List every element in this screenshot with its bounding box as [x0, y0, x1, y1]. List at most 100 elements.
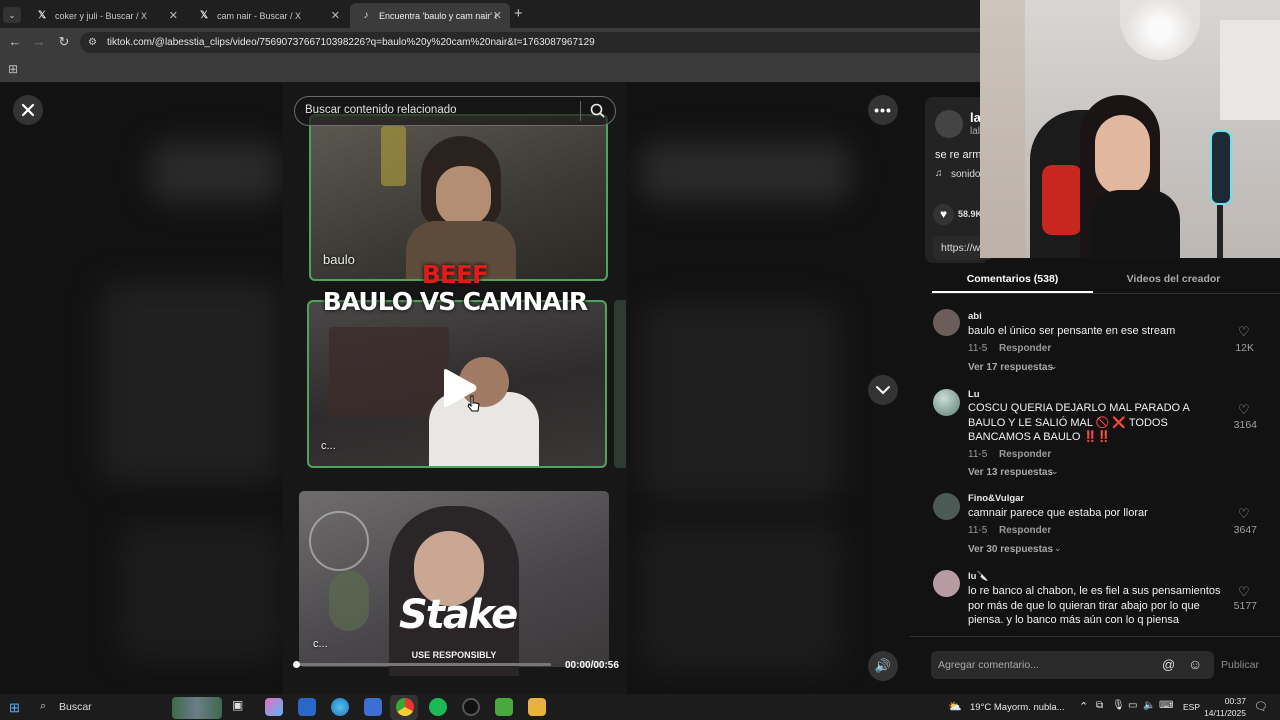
- tab-tiktok-search[interactable]: ♪ Encuentra 'baulo y cam nair' en ✕: [350, 3, 510, 28]
- video-title-beef: BEEF: [421, 260, 489, 289]
- sound-label[interactable]: sonido: [951, 169, 980, 180]
- clock-time[interactable]: 00:37: [1206, 696, 1246, 706]
- comment-username[interactable]: abi: [968, 311, 982, 322]
- sponsor-tagline: USE RESPONSIBLY: [411, 650, 497, 660]
- view-replies-link[interactable]: Ver 30 respuestas: [968, 544, 1053, 555]
- clock-date[interactable]: 14/11/2025: [1200, 708, 1246, 718]
- search-icon[interactable]: [590, 103, 605, 118]
- heart-outline-icon[interactable]: ♡: [1238, 324, 1250, 340]
- comment-placeholder: Agregar comentario...: [938, 659, 1039, 671]
- chevron-down-icon: ⌄: [1051, 466, 1059, 476]
- tab-cam-nair[interactable]: 𝕏 cam nair - Buscar / X ✕: [188, 3, 348, 28]
- close-video-button[interactable]: [13, 95, 43, 125]
- new-tab-button[interactable]: +: [514, 5, 523, 22]
- progress-handle[interactable]: [293, 661, 300, 668]
- minecraft-icon[interactable]: [495, 698, 513, 716]
- comment-like-count: 5177: [1233, 600, 1257, 612]
- chrome-icon[interactable]: [396, 698, 414, 716]
- back-icon[interactable]: ←: [5, 34, 25, 49]
- keyboard-icon[interactable]: ⌨: [1159, 700, 1173, 711]
- store-icon[interactable]: [364, 698, 382, 716]
- reload-icon[interactable]: ↻: [54, 34, 74, 50]
- tab-coker-y-juli[interactable]: 𝕏 coker y juli - Buscar / X ✕: [26, 3, 186, 28]
- next-video-button[interactable]: [868, 375, 898, 405]
- forward-icon[interactable]: →: [29, 34, 49, 49]
- view-replies-link[interactable]: Ver 13 respuestas: [968, 467, 1053, 478]
- network-icon[interactable]: ▭: [1128, 700, 1137, 711]
- tab-creator-videos[interactable]: Videos del creador: [1093, 273, 1254, 285]
- avatar[interactable]: [933, 493, 960, 520]
- search-highlight-image[interactable]: [172, 697, 222, 719]
- share-link-text: https://w: [941, 242, 981, 254]
- avatar[interactable]: [933, 309, 960, 336]
- volume-button[interactable]: 🔊: [868, 651, 898, 681]
- comment-date: 11-5: [968, 525, 988, 536]
- publish-button[interactable]: Publicar: [1221, 659, 1259, 671]
- author-avatar[interactable]: [935, 110, 963, 138]
- tab-search-icon[interactable]: ⌄: [3, 7, 21, 23]
- comment-like-count: 12K: [1235, 342, 1254, 354]
- task-view-icon[interactable]: ▣: [232, 698, 250, 716]
- panel-label-c: c...: [321, 440, 336, 452]
- edge-icon[interactable]: [331, 698, 349, 716]
- taskbar-search[interactable]: Buscar: [59, 701, 92, 713]
- active-tab-indicator: [932, 291, 1093, 293]
- adjacent-panel-edge: [614, 300, 626, 468]
- reply-button[interactable]: Responder: [999, 525, 1051, 536]
- close-tab-icon[interactable]: ✕: [331, 9, 340, 22]
- x-logo-icon: 𝕏: [37, 9, 47, 21]
- panel-label-c: c...: [313, 638, 328, 650]
- cursor-hand-icon: [467, 395, 480, 412]
- volume-icon[interactable]: 🔈: [1143, 700, 1155, 711]
- comment-text: COSCU QUERIA DEJARLO MAL PARADO A BAULO …: [968, 402, 1190, 443]
- windows-start-icon[interactable]: ⊞: [9, 700, 20, 716]
- comment-username[interactable]: lu🔪: [968, 571, 988, 582]
- video-panel-streamer: [299, 491, 609, 676]
- language-indicator[interactable]: ESP: [1183, 702, 1200, 712]
- reply-button[interactable]: Responder: [999, 449, 1051, 460]
- apps-grid-icon[interactable]: ⊞: [8, 62, 18, 76]
- comment-username[interactable]: Fino&Vulgar: [968, 493, 1024, 504]
- mention-icon[interactable]: @: [1162, 657, 1175, 672]
- heart-outline-icon[interactable]: ♡: [1238, 506, 1250, 522]
- emoji-icon[interactable]: ☺: [1188, 656, 1202, 672]
- comment-username[interactable]: Lu: [968, 389, 980, 400]
- like-count: 58.9K: [958, 209, 983, 219]
- comment-like-count: 3647: [1233, 524, 1257, 536]
- close-tab-icon[interactable]: ✕: [169, 9, 178, 22]
- obs-icon[interactable]: [462, 698, 480, 716]
- tab-comments[interactable]: Comentarios (538): [932, 273, 1093, 285]
- avatar[interactable]: [933, 389, 960, 416]
- close-tab-icon[interactable]: ✕: [493, 9, 502, 22]
- heart-outline-icon[interactable]: ♡: [1238, 584, 1250, 600]
- avatar[interactable]: [933, 570, 960, 597]
- more-options-button[interactable]: •••: [868, 95, 898, 125]
- weather-icon[interactable]: ⛅: [948, 700, 962, 713]
- microphone-icon[interactable]: 🎙: [1112, 700, 1125, 711]
- site-info-icon[interactable]: ⚙: [88, 37, 97, 48]
- view-replies-link[interactable]: Ver 17 respuestas: [968, 362, 1053, 373]
- chevron-up-icon[interactable]: ⌃: [1079, 700, 1088, 713]
- progress-bar[interactable]: [294, 663, 551, 666]
- file-explorer-icon[interactable]: [528, 698, 546, 716]
- comment-text: lo re banco al chabon, le es fiel a sus …: [968, 585, 1221, 626]
- copilot-icon[interactable]: [265, 698, 283, 716]
- search-divider: [580, 101, 581, 121]
- comment-text: camnair parece que estaba por llorar: [968, 507, 1148, 519]
- scroll-mask: [910, 628, 1280, 636]
- url-text[interactable]: tiktok.com/@labesstia_clips/video/756907…: [107, 37, 595, 48]
- webcam-overlay: [980, 0, 1280, 258]
- bookmarks-bar: [0, 57, 980, 82]
- search-placeholder: Buscar contenido relacionado: [305, 104, 457, 116]
- heart-outline-icon[interactable]: ♡: [1238, 402, 1250, 418]
- tray-app-icon[interactable]: ⧉: [1096, 700, 1103, 711]
- notifications-icon[interactable]: 🗨: [1254, 700, 1268, 713]
- reply-button[interactable]: Responder: [999, 343, 1051, 354]
- weather-text[interactable]: 19°C Mayorm. nubla...: [970, 702, 1065, 713]
- author-handle[interactable]: lal: [970, 126, 980, 137]
- spotify-icon[interactable]: [429, 698, 447, 716]
- search-icon[interactable]: ⌕: [40, 700, 46, 713]
- heart-icon[interactable]: ♥: [933, 204, 954, 225]
- outlook-icon[interactable]: [298, 698, 316, 716]
- time-display: 00:00/00:56: [565, 660, 619, 671]
